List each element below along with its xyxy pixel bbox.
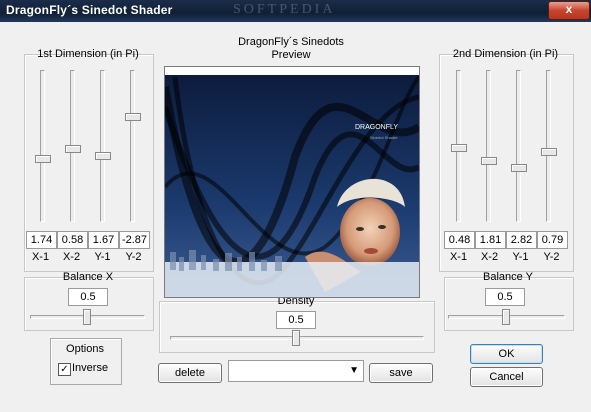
dim2-slider-track-y-2[interactable] bbox=[546, 70, 551, 222]
dim1-label-x-2: X-2 bbox=[62, 251, 81, 263]
dim1-slider-thumb-y-1[interactable] bbox=[95, 152, 111, 160]
dim2-slider-thumb-y-2[interactable] bbox=[541, 148, 557, 156]
softpedia-watermark: SOFTPEDIA bbox=[233, 2, 336, 17]
dim1-value-x-1[interactable]: 1.74 bbox=[26, 231, 57, 249]
balance-x-thumb[interactable] bbox=[83, 309, 91, 325]
window-title: DragonFly´s Sinedot Shader bbox=[6, 3, 173, 17]
dim1-value-x-2[interactable]: 0.58 bbox=[57, 231, 88, 249]
preset-combo[interactable]: ▼ bbox=[228, 360, 364, 382]
dim2-slider-thumb-x-2[interactable] bbox=[481, 157, 497, 165]
close-icon: x bbox=[565, 2, 573, 16]
save-button[interactable]: save bbox=[369, 363, 433, 383]
dim2-label-x-2: X-2 bbox=[480, 251, 499, 263]
preview-image: DRAGONFLY Sinedot Shader bbox=[164, 66, 420, 298]
balance-x-field[interactable]: 0.5 bbox=[68, 288, 108, 306]
dim1-slider-track-y-1[interactable] bbox=[100, 70, 105, 222]
balance-x-title: Balance X bbox=[62, 271, 114, 283]
cancel-button[interactable]: Cancel bbox=[470, 367, 543, 387]
dim2-slider-thumb-x-1[interactable] bbox=[451, 144, 467, 152]
delete-button[interactable]: delete bbox=[158, 363, 222, 383]
inverse-label: Inverse bbox=[72, 362, 109, 374]
preview-label: Preview bbox=[271, 49, 311, 61]
title-bar[interactable]: DragonFly´s Sinedot Shader SOFTPEDIA x bbox=[0, 0, 591, 22]
dim2-slider-thumb-y-1[interactable] bbox=[511, 164, 527, 172]
dim1-slider-thumb-x-2[interactable] bbox=[65, 145, 81, 153]
dim1-value-y-1[interactable]: 1.67 bbox=[88, 231, 119, 249]
dim2-value-x-1[interactable]: 0.48 bbox=[444, 231, 475, 249]
preview-art: DRAGONFLY Sinedot Shader bbox=[165, 67, 419, 297]
dim1-label-y-1: Y-1 bbox=[94, 251, 111, 263]
options-title: Options bbox=[66, 343, 104, 355]
dim1-value-y-2[interactable]: -2.87 bbox=[119, 231, 150, 249]
preview-heading: DragonFly´s Sinedots bbox=[238, 36, 344, 48]
shader-dialog: DragonFly´s Sinedot Shader SOFTPEDIA x D… bbox=[0, 0, 591, 412]
dim1-label-y-2: Y-2 bbox=[125, 251, 142, 263]
dim1-slider-track-y-2[interactable] bbox=[130, 70, 135, 222]
dialog-body: DragonFly´s Sinedots Preview 1st Dimensi… bbox=[4, 22, 587, 408]
dim1-slider-thumb-x-1[interactable] bbox=[35, 155, 51, 163]
balance-y-field[interactable]: 0.5 bbox=[485, 288, 525, 306]
dim1-slider-thumb-y-2[interactable] bbox=[125, 113, 141, 121]
dim2-label-y-2: Y-2 bbox=[543, 251, 560, 263]
dim2-value-x-2[interactable]: 1.81 bbox=[475, 231, 506, 249]
dimension2-title: 2nd Dimension (in Pi) bbox=[452, 48, 559, 60]
density-thumb[interactable] bbox=[292, 330, 300, 346]
dimension1-title: 1st Dimension (in Pi) bbox=[37, 48, 139, 60]
dim2-label-x-1: X-1 bbox=[449, 251, 468, 263]
checkmark-icon: ✓ bbox=[60, 364, 69, 375]
balance-y-thumb[interactable] bbox=[502, 309, 510, 325]
preview-logo-text: DRAGONFLY bbox=[355, 124, 398, 131]
dropdown-arrow-icon[interactable]: ▼ bbox=[349, 365, 359, 376]
preview-logo-subtext: Sinedot Shader bbox=[370, 135, 398, 140]
dim2-slider-track-x-2[interactable] bbox=[486, 70, 491, 222]
dim2-slider-track-y-1[interactable] bbox=[516, 70, 521, 222]
dim2-value-y-1[interactable]: 2.82 bbox=[506, 231, 537, 249]
ok-button[interactable]: OK bbox=[470, 344, 543, 364]
dim1-label-x-1: X-1 bbox=[31, 251, 50, 263]
dim2-label-y-1: Y-1 bbox=[512, 251, 529, 263]
density-field[interactable]: 0.5 bbox=[276, 311, 316, 329]
dim2-value-y-2[interactable]: 0.79 bbox=[537, 231, 568, 249]
close-button[interactable]: x bbox=[548, 1, 590, 20]
dim1-slider-track-x-1[interactable] bbox=[40, 70, 45, 222]
balance-y-title: Balance Y bbox=[483, 271, 533, 283]
inverse-checkbox[interactable]: ✓ bbox=[58, 363, 71, 376]
